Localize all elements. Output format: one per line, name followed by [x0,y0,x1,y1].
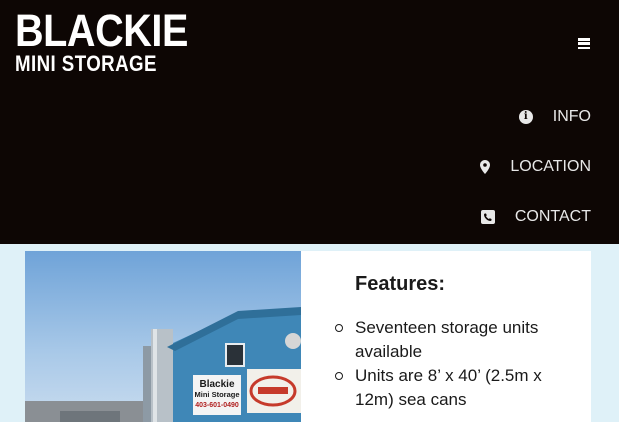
nav-item-label: LOCATION [510,158,591,175]
list-item: Units are 8’ x 40’ (2.5m x 12m) sea cans [335,364,555,412]
list-item: Seventeen storage units available [335,316,555,364]
storage-building-photo: Blackie Mini Storage 403-601-0490 [25,251,301,422]
nav-item-info[interactable]: i INFO [518,108,591,126]
info-circle-icon: i [518,110,533,124]
logo-sub-text: MINI STORAGE [15,51,157,76]
site-logo[interactable]: BLACKIE MINI STORAGE [15,5,188,76]
site-header: BLACKIE MINI STORAGE i INFO LOCATION CON… [0,0,619,244]
sign-phone-text: 403-601-0490 [195,402,239,409]
features-heading: Features: [355,273,446,295]
nav-item-contact[interactable]: CONTACT [480,208,591,226]
sign-name-text: Blackie [199,379,234,390]
sign-sub-text: Mini Storage [194,390,239,399]
phone-square-icon [480,210,495,224]
logo-main-text: BLACKIE [15,5,188,56]
nav-item-label: CONTACT [514,208,591,225]
features-list: Seventeen storage units available Units … [335,316,555,412]
content-card: Blackie Mini Storage 403-601-0490 Featur… [25,251,591,422]
features-section: Features: Seventeen storage units availa… [335,273,555,412]
hamburger-icon[interactable] [578,38,590,49]
nav-item-label: INFO [552,108,591,125]
nav-item-location[interactable]: LOCATION [480,158,591,176]
map-pin-icon [480,160,491,174]
